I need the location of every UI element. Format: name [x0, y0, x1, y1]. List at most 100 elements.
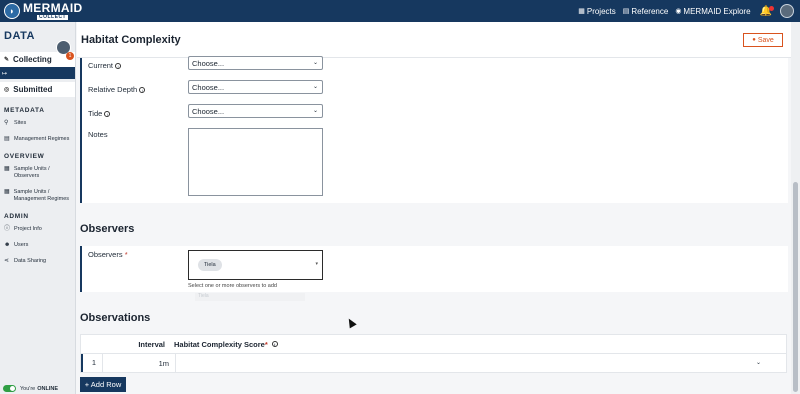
- sidebar-item-label: Project Info: [14, 226, 42, 232]
- brand-name: MERMAID: [23, 1, 83, 15]
- sidebar-item-submitted[interactable]: ◎ Submitted: [0, 82, 75, 97]
- observers-label: Observers *: [88, 250, 128, 259]
- sidebar-item-su-management-regimes[interactable]: ▦ Sample Units / Management Regimes: [0, 189, 75, 203]
- brand-sub: COLLECT: [37, 14, 69, 20]
- share-icon: ⋖: [4, 258, 10, 264]
- overview-section-title: OVERVIEW: [4, 153, 45, 160]
- users-icon: ☻: [4, 242, 11, 248]
- projects-icon: ▦: [578, 8, 585, 15]
- table-icon: ▦: [4, 166, 10, 172]
- save-button-label: Save: [757, 36, 774, 44]
- sidebar-item-project-info[interactable]: ⓘ Project Info: [0, 226, 75, 233]
- add-row-button[interactable]: + Add Row: [80, 377, 126, 392]
- online-status-prefix: You're: [20, 385, 36, 392]
- nav-explore-link[interactable]: ◉ MERMAID Explore: [675, 7, 750, 16]
- relative-depth-label-text: Relative Depth: [88, 85, 138, 94]
- sidebar-item-label: Sample Units / Management Regimes: [13, 189, 70, 202]
- notes-textarea[interactable]: [188, 128, 323, 196]
- info-icon: ⓘ: [4, 226, 11, 232]
- online-status: You're ONLINE: [3, 385, 58, 392]
- sidebar-item-label: Submitted: [13, 85, 53, 94]
- observer-chip[interactable]: Tiela: [198, 259, 222, 271]
- nav-projects-link[interactable]: ▦ Projects: [578, 7, 616, 16]
- table-icon: ▦: [4, 189, 10, 195]
- top-navbar: ◗ MERMAID COLLECT ▦ Projects ▤ Reference…: [0, 0, 800, 22]
- observers-helper-text: Select one or more observers to add: [188, 283, 277, 289]
- info-icon[interactable]: i: [139, 86, 146, 93]
- observations-section-title: Observations: [80, 312, 151, 324]
- chevron-down-icon: ⌄: [755, 360, 761, 366]
- sidebar-item-label: Data Sharing: [14, 258, 47, 264]
- observers-section-title: Observers: [80, 223, 135, 235]
- scrollbar-thumb[interactable]: [793, 182, 798, 392]
- user-avatar[interactable]: [780, 4, 794, 18]
- relative-depth-select-value: Choose...: [192, 82, 225, 92]
- page-title: Habitat Complexity: [81, 34, 181, 46]
- score-column-header: Habitat Complexity Score * i: [174, 340, 278, 349]
- info-icon[interactable]: i: [271, 341, 278, 347]
- nav-reference-label: Reference: [631, 6, 669, 16]
- observers-card: Observers * Tiela ▾ Select one or more o…: [80, 246, 788, 292]
- chevron-down-icon: ⌄: [312, 84, 318, 90]
- sidebar-item-label: Management Regimes: [14, 136, 70, 142]
- chevron-down-icon: ▾: [315, 261, 318, 267]
- sidebar-item-users[interactable]: ☻ Users: [0, 242, 75, 249]
- collecting-active-strip: ↦: [0, 67, 75, 79]
- online-status-value: ONLINE: [37, 385, 59, 392]
- table-header-row: Interval Habitat Complexity Score * i: [81, 335, 786, 354]
- save-button[interactable]: ● Save: [743, 33, 783, 47]
- reference-icon: ▤: [622, 8, 630, 15]
- main-content: Habitat Complexity ● Save Current i Choos…: [77, 22, 791, 394]
- tide-label: Tide i: [88, 109, 111, 118]
- relative-depth-label: Relative Depth i: [88, 85, 146, 94]
- required-marker: *: [264, 339, 268, 349]
- sidebar-title: DATA: [4, 30, 35, 42]
- relative-depth-select[interactable]: Choose... ⌄: [188, 80, 323, 94]
- sidebar-item-data-sharing[interactable]: ⋖ Data Sharing: [0, 258, 75, 265]
- sidebar-item-label: Users: [14, 242, 29, 248]
- sites-icon: ⚲: [4, 120, 9, 126]
- sidebar-item-sites[interactable]: ⚲ Sites: [0, 120, 75, 127]
- regimes-icon: ▤: [4, 136, 10, 142]
- score-column-label: Habitat Complexity Score: [174, 339, 265, 349]
- score-select[interactable]: ⌄: [175, 354, 786, 372]
- required-marker: *: [124, 250, 128, 259]
- observers-dropdown-ghost: Tiela: [195, 293, 305, 301]
- current-select-value: Choose...: [192, 58, 225, 68]
- observers-multiselect[interactable]: Tiela ▾: [188, 250, 323, 280]
- tide-select-value: Choose...: [192, 106, 225, 116]
- page-header: Habitat Complexity ● Save: [77, 22, 791, 58]
- globe-icon: ◉: [675, 8, 682, 15]
- info-icon[interactable]: i: [115, 62, 122, 69]
- row-interval: 1m: [158, 358, 169, 368]
- notification-dot: [769, 5, 774, 11]
- alert-icon: ●: [752, 37, 756, 43]
- sidebar: DATA 1 ✎ Collecting ↦ ◎ Submitted METADA…: [0, 22, 76, 394]
- notes-label: Notes: [88, 130, 108, 139]
- interval-column-header: Interval: [138, 339, 165, 349]
- pencil-icon: ✎: [4, 57, 10, 63]
- sidebar-item-management-regimes[interactable]: ▤ Management Regimes: [0, 136, 75, 143]
- mermaid-logo[interactable]: ◗ MERMAID COLLECT: [0, 0, 82, 22]
- online-toggle[interactable]: [3, 385, 16, 392]
- sidebar-item-su-observers[interactable]: ▦ Sample Units / Observers: [0, 166, 75, 180]
- chevron-down-icon: ⌄: [312, 60, 318, 66]
- check-circle-icon: ◎: [4, 87, 10, 93]
- page-scrollbar[interactable]: [791, 22, 800, 394]
- observers-label-text: Observers: [88, 250, 123, 259]
- current-select[interactable]: Choose... ⌄: [188, 56, 323, 70]
- current-label-text: Current: [88, 61, 114, 70]
- metadata-section-title: METADATA: [4, 107, 45, 114]
- nav-explore-label: MERMAID Explore: [683, 6, 751, 16]
- mermaid-logo-icon: ◗: [4, 3, 20, 19]
- collecting-count-badge: 1: [66, 52, 74, 60]
- chevron-down-icon: ⌄: [312, 108, 318, 114]
- sample-info-card: Current i Choose... ⌄ Relative Depth i Cho…: [80, 56, 788, 203]
- info-icon[interactable]: i: [104, 110, 111, 117]
- notification-bell-icon[interactable]: 🔔: [760, 5, 774, 17]
- nav-reference-link[interactable]: ▤ Reference: [623, 7, 669, 16]
- tide-select[interactable]: Choose... ⌄: [188, 104, 323, 118]
- current-label: Current i: [88, 61, 122, 70]
- sidebar-item-label: Collecting: [13, 55, 52, 64]
- observations-table: Interval Habitat Complexity Score * i 1 1m…: [80, 334, 787, 373]
